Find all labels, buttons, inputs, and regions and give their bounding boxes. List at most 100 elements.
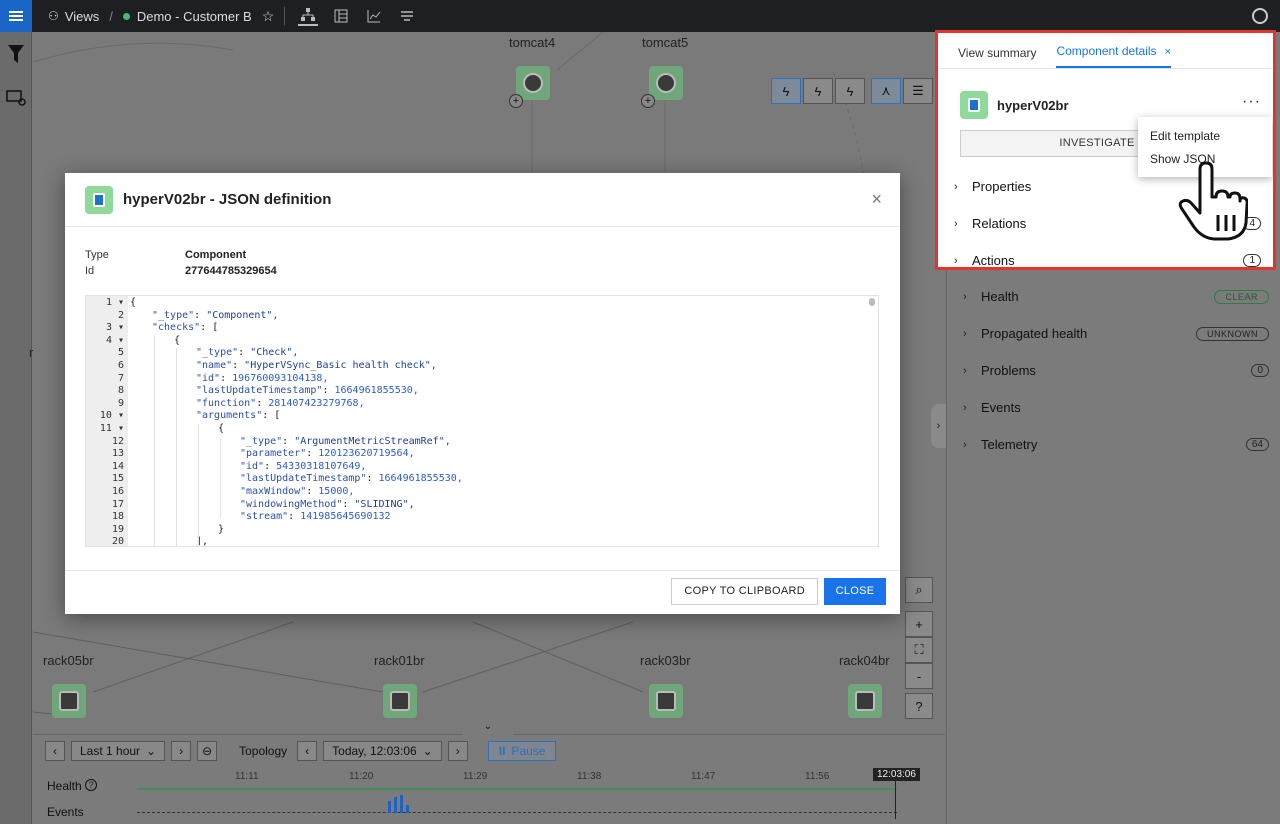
indent-guide <box>220 438 221 518</box>
tab-component-details[interactable]: Component details × <box>1056 44 1171 68</box>
close-icon[interactable]: × <box>871 189 882 210</box>
metrics-chart-icon[interactable] <box>364 6 384 26</box>
component-name: hyperV02br <box>997 97 1069 113</box>
event-bar[interactable] <box>394 797 397 813</box>
close-button[interactable]: CLOSE <box>824 578 886 605</box>
line-number: 10 ▾ <box>99 410 124 422</box>
dialog-header: hyperV02br - JSON definition × <box>65 173 900 227</box>
view-tools: ϟ ϟ ϟ ⋏ ☰ <box>769 78 933 104</box>
filter-icon[interactable] <box>0 36 32 72</box>
graph-layout-icon[interactable]: ⋏ <box>871 78 901 104</box>
dialog-footer: COPY TO CLIPBOARD CLOSE <box>65 570 900 614</box>
view-status-dot <box>122 12 130 20</box>
copy-to-clipboard-button[interactable]: COPY TO CLIPBOARD <box>671 578 818 605</box>
chevron-down-icon: ⌄ <box>422 744 433 758</box>
current-time-badge: 12:03:06 <box>873 768 920 781</box>
hamburger-menu-button[interactable] <box>0 0 32 32</box>
partial-node-label: r <box>29 345 34 360</box>
expand-node-button[interactable]: + <box>641 94 655 108</box>
star-icon[interactable]: ☆ <box>262 8 275 25</box>
chevron-right-icon[interactable]: › <box>171 741 192 761</box>
node-tomcat5[interactable] <box>649 66 683 100</box>
node-label: rack05br <box>43 653 94 668</box>
topology-view-icon[interactable] <box>298 6 319 26</box>
event-bar[interactable] <box>388 801 391 813</box>
status-badge: CLEAR <box>1214 289 1269 304</box>
section-telemetry[interactable]: › Telemetry 64 <box>947 426 1280 463</box>
more-options-icon[interactable]: ··· <box>1242 93 1261 111</box>
pause-label: Pause <box>511 744 546 758</box>
tab-view-summary[interactable]: View summary <box>958 46 1036 68</box>
views-link[interactable]: Views <box>65 9 99 24</box>
code-line: "function": 281407423279768, <box>196 397 365 409</box>
chevron-left-icon[interactable]: ‹ <box>297 741 318 761</box>
code-line: "lastUpdateTimestamp": 1664961855530, <box>196 385 419 397</box>
expand-node-button[interactable]: + <box>509 94 523 108</box>
line-number: 15 <box>111 473 124 485</box>
section-events[interactable]: › Events <box>947 389 1280 426</box>
close-icon[interactable]: × <box>1165 46 1171 58</box>
zoom-out-time-icon[interactable]: ⊖ <box>197 741 218 761</box>
time-range-select[interactable]: Last 1 hour ⌄ <box>71 741 166 761</box>
event-bar[interactable] <box>406 805 409 813</box>
section-label: Problems <box>981 363 1036 378</box>
view-name[interactable]: Demo - Customer B <box>137 9 252 24</box>
chevron-left-icon[interactable]: ‹ <box>45 741 65 761</box>
chevron-right-icon[interactable]: › <box>447 741 468 761</box>
server-icon <box>523 73 543 93</box>
rack-icon <box>59 691 79 711</box>
code-line: { <box>174 334 181 346</box>
zoom-in-button[interactable]: + <box>905 611 933 637</box>
code-line: { <box>130 297 137 308</box>
lightning-half-icon[interactable]: ϟ <box>803 78 833 104</box>
list-layout-icon[interactable]: ☰ <box>903 78 933 104</box>
chevron-right-icon[interactable]: › <box>931 404 946 448</box>
view-settings-icon[interactable] <box>0 80 32 116</box>
editor-scrollbar[interactable] <box>869 298 875 306</box>
time-tick: 11:47 <box>691 771 716 782</box>
meta-value: 277644785329654 <box>185 265 277 277</box>
code-line: "_type": "Component", <box>152 309 279 321</box>
time-tick: 11:38 <box>577 771 602 782</box>
section-propagated-health[interactable]: › Propagated health UNKNOWN <box>947 315 1280 352</box>
fit-to-screen-button[interactable]: ⛶ <box>905 637 933 663</box>
time-select[interactable]: Today, 12:03:06 ⌄ <box>323 741 442 761</box>
line-number: 7 <box>117 372 124 384</box>
menu-item-edit-template[interactable]: Edit template <box>1138 125 1272 148</box>
node-rack05br[interactable] <box>52 684 86 718</box>
lightning-filled-icon[interactable]: ϟ <box>835 78 865 104</box>
help-button[interactable]: ? <box>905 693 933 719</box>
section-health[interactable]: › Health CLEAR <box>947 278 1280 315</box>
help-icon[interactable]: ? <box>85 779 97 791</box>
node-tomcat4[interactable] <box>516 66 550 100</box>
chevron-down-icon[interactable]: ⌄ <box>463 721 513 735</box>
component-list-icon[interactable] <box>331 6 351 26</box>
search-icon[interactable]: ⌕ <box>905 577 933 603</box>
dialog-title: hyperV02br - JSON definition <box>123 191 332 208</box>
line-number: 16 <box>111 486 124 497</box>
node-rack04br[interactable] <box>848 684 882 718</box>
event-bar[interactable] <box>400 795 403 813</box>
json-code-editor[interactable]: 1 ▾ 2 3 ▾ 4 ▾ 5 6 7 8 9 10 ▾ 11 ▾ 12 13 14 15… <box>85 295 879 547</box>
section-actions[interactable]: › Actions 1 <box>938 242 1273 267</box>
current-time-marker[interactable] <box>895 777 896 819</box>
code-line: { <box>218 423 225 434</box>
events-icon[interactable] <box>397 6 417 26</box>
section-problems[interactable]: › Problems 0 <box>947 352 1280 389</box>
health-timeline-bar[interactable] <box>137 788 897 790</box>
node-label: rack03br <box>640 653 691 668</box>
code-line: "name": "HyperVSync_Basic health check", <box>196 360 437 371</box>
left-rail <box>0 32 32 824</box>
lightning-outline-icon[interactable]: ϟ <box>771 78 801 104</box>
events-timeline-bar[interactable] <box>137 812 897 813</box>
section-label: Propagated health <box>981 326 1088 341</box>
tab-label: Component details <box>1056 44 1157 58</box>
node-rack03br[interactable] <box>649 684 683 718</box>
node-rack01br[interactable] <box>383 684 417 718</box>
line-number: 1 ▾ <box>105 297 124 308</box>
user-account-icon[interactable] <box>1252 8 1268 24</box>
pause-button[interactable]: II Pause <box>487 741 557 761</box>
toolbar-divider <box>284 7 286 25</box>
zoom-out-button[interactable]: - <box>905 663 933 689</box>
line-number-gutter: 1 ▾ 2 3 ▾ 4 ▾ 5 6 7 8 9 10 ▾ 11 ▾ 12 13 14 15… <box>86 296 128 546</box>
